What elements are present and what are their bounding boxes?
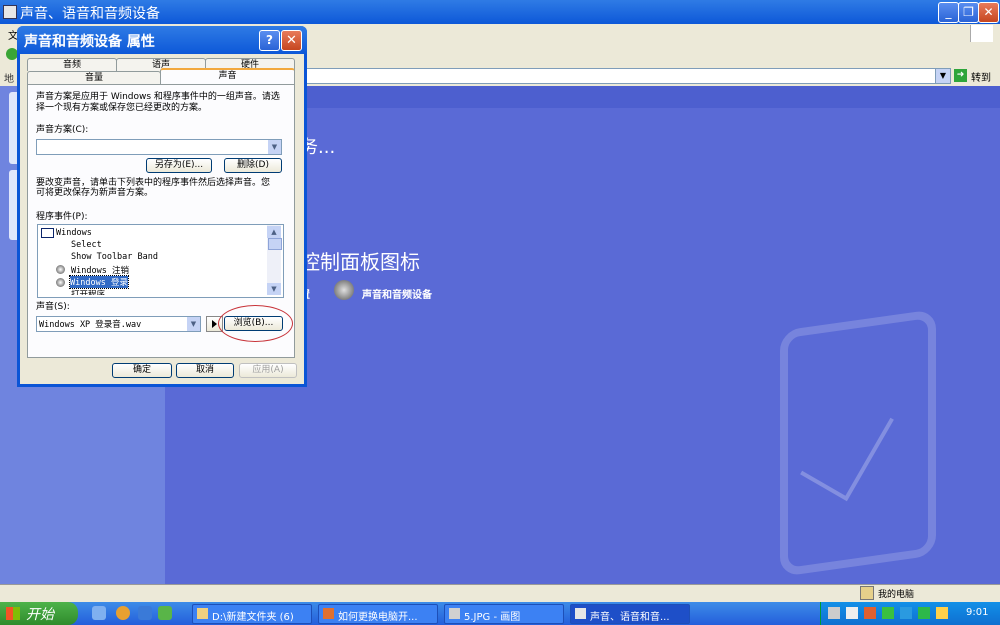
help-button[interactable]: ? — [259, 30, 280, 51]
maximize-button[interactable]: ❐ — [958, 2, 979, 23]
go-button[interactable]: ➜ 转到 — [954, 68, 996, 84]
go-label: 转到 — [971, 73, 991, 84]
tab-audio[interactable]: 音频 — [27, 58, 117, 71]
dialog-title: 声音和音频设备 属性 — [24, 34, 155, 50]
antivirus-icon[interactable] — [936, 607, 948, 619]
tray-arrow-icon[interactable] — [900, 607, 912, 619]
events-label: 程序事件(P): — [36, 212, 88, 222]
network-icon[interactable] — [882, 607, 894, 619]
sound-value: Windows XP 登录音.wav — [39, 320, 142, 330]
speaker-icon — [56, 265, 65, 274]
clock[interactable]: 9:01 — [966, 607, 988, 618]
scheme-description-line2: 择一个现有方案或保存您已经更改的方案。 — [36, 103, 208, 113]
cp-link-sound-audio[interactable]: 声音和音频设备 — [362, 286, 432, 301]
keyboard-icon[interactable] — [828, 607, 840, 619]
status-my-computer: 我的电脑 — [878, 590, 915, 600]
play-icon — [212, 320, 217, 328]
list-item[interactable]: Show Toolbar Band — [71, 252, 158, 262]
volume-icon[interactable] — [846, 607, 858, 619]
browser-icon — [323, 608, 334, 619]
scheme-label: 声音方案(C): — [36, 125, 89, 135]
tab-sounds[interactable]: 声音 — [160, 68, 295, 84]
start-button[interactable]: 开始 — [0, 602, 78, 625]
scheme-select[interactable]: ▼ — [36, 139, 282, 155]
save-as-button[interactable]: 另存为(E)... — [146, 158, 212, 173]
address-label: 地 — [4, 74, 14, 85]
scheme-description-line1: 声音方案是应用于 Windows 和程序事件中的一组声音。请选 — [36, 92, 280, 102]
paint-icon — [449, 608, 460, 619]
address-dropdown-icon[interactable]: ▼ — [935, 68, 951, 84]
cancel-button[interactable]: 取消 — [176, 363, 234, 378]
taskbar-item-browser[interactable]: 如何更换电脑开... — [318, 604, 438, 624]
dialog-close-button[interactable]: ✕ — [281, 30, 302, 51]
change-description-line2: 可将更改保存为新声音方案。 — [36, 188, 154, 198]
show-desktop-icon[interactable] — [92, 606, 106, 620]
security-icon[interactable] — [864, 607, 876, 619]
taskbar-item-label: 声音、语音和音... — [590, 612, 670, 623]
taskbar-item-paint[interactable]: 5.JPG - 画图 — [444, 604, 564, 624]
list-item[interactable]: Windows 注销 — [71, 264, 129, 276]
window-title: 声音、语音和音频设备 — [20, 6, 160, 22]
taskbar-item-label: 5.JPG - 画图 — [464, 612, 521, 623]
tab-volume[interactable]: 音量 — [27, 71, 161, 84]
list-item[interactable]: 打开程序 — [71, 288, 105, 295]
list-item[interactable]: Windows — [56, 228, 92, 238]
list-item[interactable]: Select — [71, 240, 102, 250]
apply-button[interactable]: 应用(A) — [239, 363, 297, 378]
folder-icon — [197, 608, 208, 619]
browser-icon[interactable] — [116, 606, 130, 620]
scroll-up-icon[interactable]: ▲ — [267, 226, 281, 238]
status-bar — [0, 584, 1000, 603]
delete-button[interactable]: 删除(D) — [224, 158, 282, 173]
taskbar-item-label: 如何更换电脑开... — [338, 612, 418, 623]
ok-button[interactable]: 确定 — [112, 363, 172, 378]
speaker-icon[interactable] — [334, 280, 354, 300]
taskbar-item-label: D:\新建文件夹 (6) — [212, 612, 294, 623]
taskbar-item-control-panel[interactable]: 声音、语音和音... — [570, 604, 690, 624]
start-label: 开始 — [26, 607, 54, 623]
taskbar-item-folder[interactable]: D:\新建文件夹 (6) — [192, 604, 312, 624]
window-icon — [41, 228, 54, 238]
scroll-thumb[interactable] — [268, 238, 282, 250]
my-computer-icon — [860, 586, 874, 600]
sound-label: 声音(S): — [36, 302, 70, 312]
address-input[interactable] — [300, 68, 936, 84]
control-panel-icons-heading: 控制面板图标 — [300, 250, 420, 274]
annotation-circle — [218, 305, 293, 342]
go-arrow-icon: ➜ — [954, 69, 967, 82]
minimize-button[interactable]: _ — [938, 2, 959, 23]
sound-select[interactable]: Windows XP 登录音.wav ▼ — [36, 316, 201, 332]
shield-icon[interactable] — [918, 607, 930, 619]
ie-icon[interactable] — [138, 606, 152, 620]
window-title-bar[interactable]: 声音、语音和音频设备 _ ❐ ✕ — [0, 0, 1000, 24]
scroll-down-icon[interactable]: ▼ — [267, 283, 281, 295]
close-button[interactable]: ✕ — [978, 2, 999, 23]
windows-logo-icon — [970, 25, 993, 42]
chevron-down-icon[interactable]: ▼ — [268, 140, 281, 154]
media-icon[interactable] — [158, 606, 172, 620]
control-panel-icon — [575, 608, 586, 619]
control-panel-icon — [3, 5, 17, 19]
chevron-down-icon[interactable]: ▼ — [187, 317, 200, 331]
speaker-icon — [56, 278, 65, 287]
list-item-selected[interactable]: Windows 登录 — [69, 275, 129, 289]
windows-flag-icon — [6, 607, 20, 620]
